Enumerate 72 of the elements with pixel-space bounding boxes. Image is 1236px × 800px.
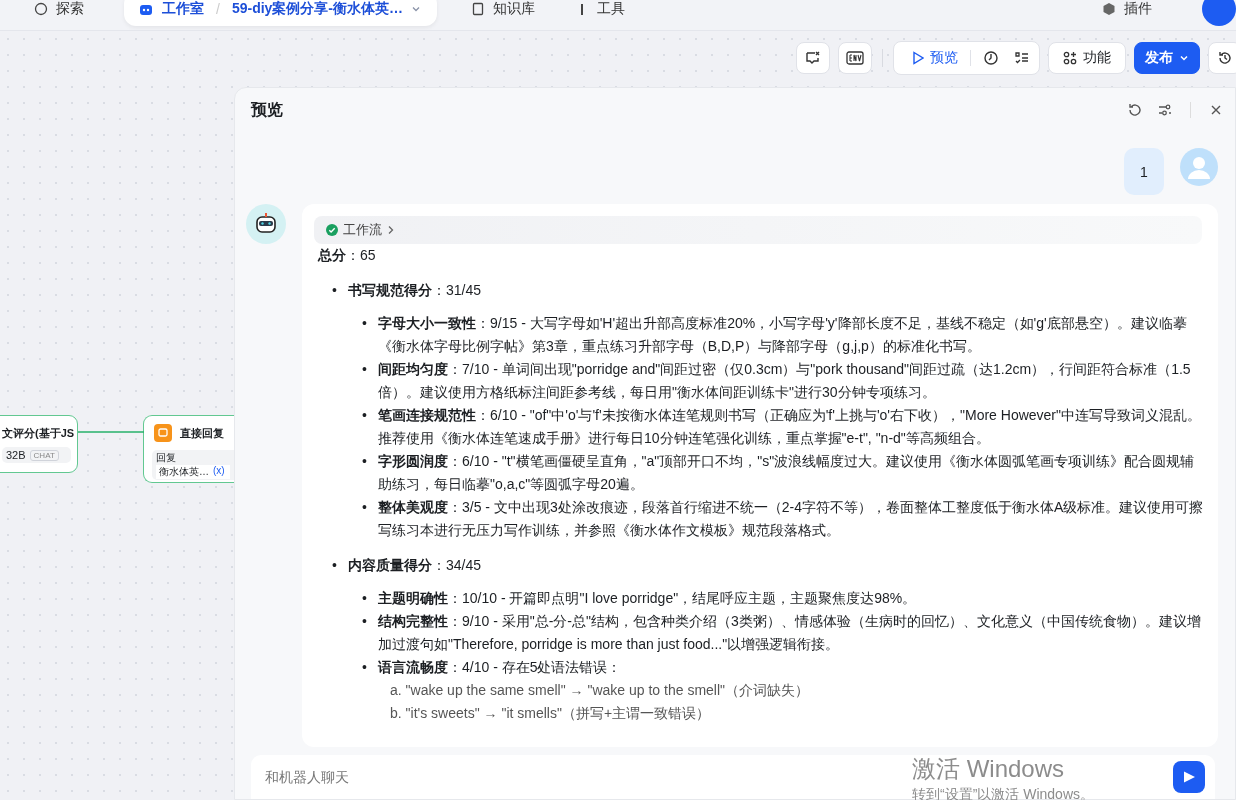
bullet: • (362, 498, 368, 517)
user-avatar-icon (1180, 148, 1218, 186)
chevron-down-icon (411, 4, 421, 14)
send-button[interactable] (1173, 761, 1205, 793)
bullet: • (332, 281, 338, 300)
error-example: a. "wake up the same smell" → "wake up to the smell"（介词缺失） (390, 682, 810, 698)
criterion-text: 间距均匀度：7/10 - 单词间出现"porridge and"间距过密（仅0.3cm）与"pork thousand"间距过疏（达1.2cm），行间距符合标准（1.5倍）。建议使用方格纸标注间距参考线，每日用"衡水体间距训练卡"进行30分钟专项练习。 (378, 360, 1192, 402)
criterion-text: 语言流畅度：4/10 - 存在5处语法错误： (378, 658, 622, 677)
workflow-node[interactable]: 直接回复 回复 衡水体英… (x) (143, 415, 234, 483)
node-title: 文评分(基于JS (2, 426, 75, 441)
studio-tab[interactable]: 工作室 / 59-diy案例分享-衡水体英… (124, 0, 437, 26)
workflow-node[interactable]: 文评分(基于JS 32B CHAT (0, 415, 78, 473)
user-avatar[interactable] (1202, 0, 1236, 26)
reset-icon (1127, 102, 1143, 118)
criterion-text: 主题明确性：10/10 - 开篇即点明"I love porridge"，结尾呼应主题，主题聚焦度达98%。 (378, 589, 917, 608)
field-label: 回复 (156, 451, 177, 465)
apps-icon (1063, 51, 1077, 65)
env-button[interactable] (838, 42, 872, 74)
cube-icon (1102, 2, 1116, 16)
clock-icon (983, 50, 999, 66)
criterion-text: 笔画连接规范性：6/10 - "of"中'o'与'f'未按衡水体连笔规则书写（正确应为'f'上挑与'o'右下收），"More However"中连写导致词义混乱。推荐使用《衡水体连笔速成手册》进行每日10分钟连笔强化训练，重点掌握"e-t", "n-d"等高频组合。 (378, 406, 1202, 448)
connector-line (78, 429, 144, 435)
chat-clear-icon (805, 50, 821, 66)
publish-button[interactable]: 发布 (1134, 42, 1200, 74)
play-icon (912, 51, 924, 65)
bullet: • (362, 589, 368, 608)
workflow-status-button[interactable]: 工作流 (314, 216, 1202, 244)
bullet: • (362, 360, 368, 379)
close-icon (1210, 104, 1222, 116)
bullet: • (362, 612, 368, 631)
chevron-right-icon (387, 225, 395, 235)
tools-nav-item[interactable]: 工具 (575, 0, 625, 18)
criterion-text: 字形圆润度：6/10 - "t"横笔画僵硬呈直角，"a"顶部开口不均，"s"波浪线幅度过大。建议使用《衡水体圆弧笔画专项训练》配合圆规辅助练习，每日临摹"o,a,c"等圆弧字母20遍。 (378, 452, 1196, 494)
node-title: 直接回复 (180, 425, 224, 441)
bullet: • (332, 556, 338, 575)
panel-title: 预览 (251, 99, 283, 120)
chat-clear-button[interactable] (796, 42, 830, 74)
user-message: 1 (1124, 148, 1164, 195)
bullet: • (362, 406, 368, 425)
section-score: 内容质量得分：34/45 (348, 556, 482, 575)
model-tag: CHAT (29, 449, 59, 461)
bullet: • (362, 314, 368, 333)
explore-nav-item[interactable]: 探索 (34, 0, 84, 18)
chevron-down-icon (1179, 53, 1189, 63)
activation-title-overlay: 激活 Windows (912, 754, 1066, 784)
variable-tag: (x) (213, 465, 225, 479)
robot-avatar-icon (246, 204, 286, 244)
total-score: 总分：65 (318, 246, 377, 265)
project-name: 59-diy案例分享-衡水体英… (231, 0, 403, 18)
features-button[interactable]: 功能 (1048, 42, 1126, 74)
checklist-icon (1015, 51, 1029, 65)
env-icon (846, 51, 864, 65)
history-button[interactable] (1208, 42, 1236, 74)
criterion-text: 结构完整性：9/10 - 采用"总-分-总"结构，包含种类介绍（3类粥）、情感体验（生病时的回忆）、文化意义（中国传统食物）。建议增加过渡句如"Therefore, porridge is more than just food..."以增强逻辑衔接。 (378, 612, 1202, 654)
studio-label: 工作室 (162, 0, 204, 18)
section-score: 书写规范得分：31/45 (348, 281, 482, 300)
field-value: 衡水体英… (159, 465, 209, 479)
criterion-text: 整体美观度：3/5 - 文中出现3处涂改痕迹，段落首行缩进不统一（2-4字符不等），卷面整体工整度低于衡水体A级标准。建议使用可擦写练习本进行无压力写作训练，并参照《衡水体作文模板》规范段落格式。 (378, 498, 1205, 540)
knowledge-nav-item[interactable]: 知识库 (471, 0, 535, 18)
criterion-text: 字母大小一致性：9/15 - 大写字母如'H'超出升部高度标准20%，小写字母'y'降部长度不足，基线不稳定（如'g'底部悬空）。建议临摹《衡水体字母比例字帖》第3章，重点练习升部字母（B,D,P）与降部字母（g,j,p）的标准化书写。 (378, 314, 1188, 356)
check-circle-icon (326, 224, 338, 236)
breadcrumb-separator: / (216, 1, 220, 17)
plugin-nav-item[interactable]: 插件 (1102, 0, 1152, 18)
history-icon (1217, 50, 1233, 66)
sliders-icon (1157, 102, 1173, 118)
send-icon (1182, 770, 1196, 784)
bullet: • (362, 452, 368, 471)
preview-button[interactable]: 预览 (908, 45, 962, 71)
chat-icon (154, 424, 172, 442)
model-size: 32B (6, 449, 26, 461)
error-example: b. "it's sweets" → "it smells"（拼写+主谓一致错误） (390, 705, 711, 721)
bullet: • (362, 658, 368, 677)
